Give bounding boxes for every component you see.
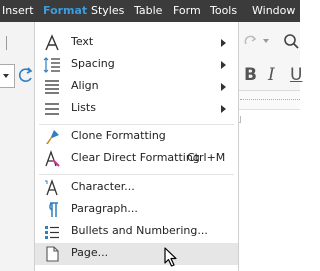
redo-icon[interactable] <box>244 34 258 46</box>
menu-item-label: Paragraph... <box>71 202 138 215</box>
submenu-arrow-icon <box>221 105 226 113</box>
page-icon <box>46 246 59 262</box>
lists-icon <box>45 103 59 115</box>
menu-item-clear-direct-formatting[interactable]: Clear Direct Formatting Ctrl+M <box>35 148 238 170</box>
style-dropdown[interactable] <box>0 64 15 88</box>
menu-table[interactable]: Table <box>134 0 162 22</box>
menu-tools[interactable]: Tools <box>210 0 237 22</box>
menu-item-label: Page... <box>71 246 109 259</box>
menu-separator <box>39 174 234 175</box>
menu-item-align[interactable]: Align <box>35 76 238 98</box>
align-icon <box>45 80 59 94</box>
menu-item-text[interactable]: Text <box>35 32 238 54</box>
new-document-icon[interactable] <box>0 36 7 50</box>
right-toolbar: B I U <box>232 22 302 91</box>
italic-button[interactable]: I <box>268 65 275 85</box>
menu-item-page[interactable]: Page... <box>35 243 238 265</box>
menu-item-label: Lists <box>71 101 96 114</box>
menu-window[interactable]: Window <box>252 0 295 22</box>
chevron-down-icon[interactable] <box>263 39 269 43</box>
menu-item-label: Text <box>71 35 94 48</box>
menu-item-label: Bullets and Numbering... <box>71 224 208 237</box>
refresh-icon[interactable] <box>18 66 34 84</box>
mouse-cursor-icon <box>164 247 177 267</box>
bold-button[interactable]: B <box>244 65 257 85</box>
menu-styles[interactable]: Styles <box>91 0 124 22</box>
submenu-arrow-icon <box>221 61 226 69</box>
submenu-arrow-icon <box>221 83 226 91</box>
menu-item-spacing[interactable]: Spacing <box>35 54 238 76</box>
menu-item-bullets-and-numbering[interactable]: Bullets and Numbering... <box>35 221 238 243</box>
paragraph-icon <box>49 202 58 217</box>
underline-button[interactable]: U <box>290 65 302 85</box>
menu-item-label: Character... <box>71 180 135 193</box>
menu-item-paragraph[interactable]: Paragraph... <box>35 199 238 221</box>
menu-separator <box>39 124 234 125</box>
menu-insert[interactable]: Insert <box>2 0 34 22</box>
menu-item-lists[interactable]: Lists <box>35 98 238 120</box>
shortcut-label: Ctrl+M <box>187 151 226 164</box>
menu-item-label: Align <box>71 79 99 92</box>
chevron-down-icon <box>3 74 9 78</box>
menu-item-label: Clear Direct Formatting <box>71 151 200 164</box>
menu-bar: Insert Format Styles Table Form Tools Wi… <box>0 0 300 22</box>
menu-form[interactable]: Form <box>173 0 201 22</box>
format-menu: Text Spacing Align Lists Clone Formattin… <box>34 22 239 271</box>
find-icon[interactable] <box>282 32 300 50</box>
left-toolbar <box>0 22 38 271</box>
clear-formatting-icon <box>45 150 60 167</box>
ruler-ticks <box>240 99 300 102</box>
menu-format[interactable]: Format <box>43 0 87 22</box>
submenu-arrow-icon <box>221 39 226 47</box>
menu-item-character[interactable]: Character... <box>35 177 238 199</box>
character-icon <box>45 179 58 196</box>
menu-item-clone-formatting[interactable]: Clone Formatting <box>35 126 238 148</box>
bullets-numbering-icon <box>45 226 59 239</box>
clone-formatting-icon <box>46 130 59 144</box>
ruler <box>232 91 300 110</box>
text-icon <box>45 34 59 51</box>
spacing-icon <box>43 57 60 73</box>
menu-item-label: Spacing <box>71 57 115 70</box>
menu-item-label: Clone Formatting <box>71 129 166 142</box>
